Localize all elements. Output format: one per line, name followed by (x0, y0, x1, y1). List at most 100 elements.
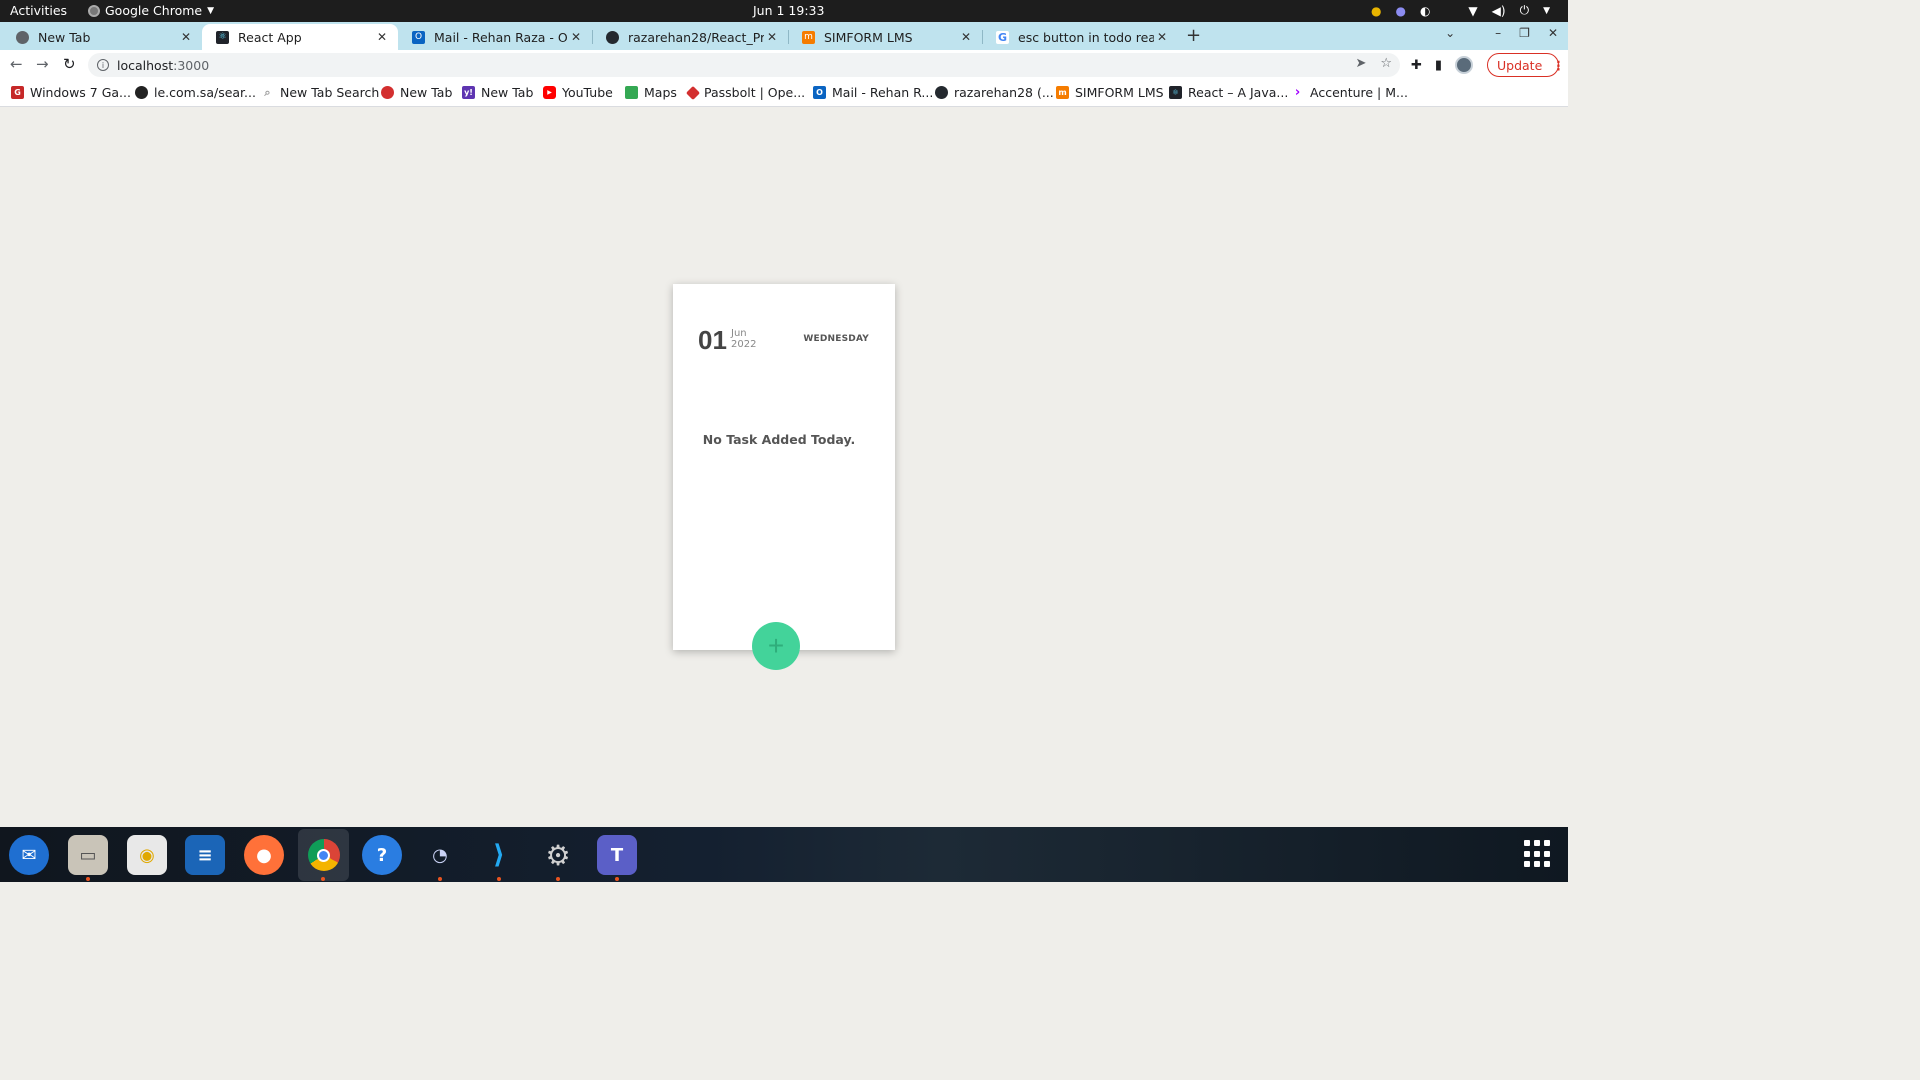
reload-icon[interactable]: ↻ (63, 55, 76, 73)
close-icon[interactable]: ✕ (958, 30, 974, 44)
chevron-down-icon: ▼ (207, 5, 215, 16)
bookmark-star-icon[interactable]: ☆ (1380, 56, 1392, 71)
clock[interactable]: Jun 1 19:33 (753, 3, 824, 18)
extensions-icon[interactable]: ✚ (1411, 58, 1422, 73)
address-bar[interactable]: i localhost:3000 ➤ ☆ (88, 53, 1400, 77)
bookmark-item[interactable]: m SIMFORM LMS (1056, 85, 1164, 100)
tab-title: Mail - Rehan Raza - Outlook (434, 29, 568, 45)
bookmark-item[interactable]: Passbolt | Ope... (685, 85, 805, 100)
bookmark-item[interactable]: razarehan28 (... (935, 85, 1054, 100)
show-apps-grid-icon[interactable] (1524, 840, 1552, 868)
vscode-icon[interactable]: ⟩ (479, 835, 519, 875)
send-icon[interactable]: ➤ (1355, 56, 1366, 71)
tab-title: New Tab (38, 29, 91, 45)
bookmark-item[interactable]: y! New Tab (462, 85, 533, 100)
back-arrow-icon[interactable]: ← (10, 55, 23, 73)
accenture-icon: › (1294, 85, 1301, 100)
date-month: Jun (731, 328, 747, 339)
close-icon[interactable]: ✕ (568, 30, 584, 44)
google-icon: G (996, 30, 1009, 44)
bookmark-item[interactable]: ⚛ React – A Java... (1169, 85, 1288, 100)
tab-title: SIMFORM LMS (824, 29, 913, 45)
power-icon[interactable]: ⏻ (1520, 3, 1530, 18)
bookmark-item[interactable]: le.com.sa/sear... (135, 85, 256, 100)
firefox-icon[interactable]: ● (244, 835, 284, 875)
running-indicator (438, 877, 442, 881)
outlook-icon: O (813, 86, 826, 99)
tab-react-app[interactable]: ⚛ React App ✕ (202, 24, 398, 50)
forward-arrow-icon[interactable]: → (36, 55, 49, 73)
app-menu[interactable]: Google Chrome ▼ (88, 3, 214, 18)
tab-google-search[interactable]: G esc button in todo react - Google Sear… (982, 24, 1178, 50)
wifi-icon[interactable]: ▼ (1468, 4, 1477, 18)
close-window-button[interactable]: ✕ (1548, 26, 1558, 40)
outlook-icon: O (412, 30, 425, 44)
bookmark-item[interactable]: New Tab (381, 85, 452, 100)
running-indicator (497, 877, 501, 881)
display-icon[interactable]: ◐ (1420, 4, 1430, 18)
window-controls: ⌄ – ❐ ✕ (1445, 26, 1558, 40)
running-indicator (86, 877, 90, 881)
close-icon[interactable]: ✕ (1154, 30, 1170, 44)
help-icon[interactable]: ? (362, 835, 402, 875)
tab-search-icon[interactable]: ⌄ (1445, 26, 1455, 40)
activities-button[interactable]: Activities (10, 3, 67, 18)
tab-simform-lms[interactable]: m SIMFORM LMS ✕ (788, 24, 983, 50)
add-task-button[interactable]: + (752, 622, 800, 670)
settings-icon[interactable]: ⚙ (538, 835, 578, 875)
close-icon[interactable]: ✕ (374, 30, 390, 44)
react-icon: ⚛ (216, 30, 229, 44)
chrome-dock-icon[interactable] (298, 829, 349, 881)
chrome-tray-icon[interactable]: ● (1371, 4, 1381, 18)
teams-tray-icon[interactable]: ● (1395, 4, 1405, 18)
update-button[interactable]: Update ⋮ (1487, 53, 1565, 77)
bookmark-item[interactable]: Maps (625, 85, 677, 100)
tab-title: esc button in todo react - Google Search (1018, 29, 1154, 45)
date-weekday: WEDNESDAY (803, 334, 869, 344)
search-icon: ⌕ (264, 85, 271, 99)
github-icon (935, 86, 948, 99)
bookmarks-bar: G Windows 7 Ga... le.com.sa/sear... ⌕ New … (0, 80, 1568, 107)
tab-new-tab[interactable]: New Tab ✕ (2, 24, 202, 50)
bookmark-item[interactable]: ▶ YouTube (543, 85, 613, 100)
bookmark-item[interactable]: ⌕ New Tab Search (261, 85, 379, 100)
bookmark-item[interactable]: O Mail - Rehan R... (813, 85, 933, 100)
todo-card: 01 Jun 2022 WEDNESDAY No Task Added Toda… (673, 284, 895, 650)
new-tab-button[interactable]: + (1186, 25, 1201, 46)
system-tray[interactable]: ● ● ◐ ▼ ◀) ⏻ ▼ (1371, 3, 1550, 18)
rhythmbox-icon[interactable]: ◉ (127, 835, 167, 875)
files-icon[interactable]: ▭ (68, 835, 108, 875)
date-day: 01 (698, 325, 727, 355)
volume-icon[interactable]: ◀) (1492, 4, 1506, 18)
dock (0, 827, 1568, 882)
empty-state-message: No Task Added Today. (702, 432, 856, 447)
teams-icon[interactable]: T (597, 835, 637, 875)
tab-github[interactable]: razarehan28/React_Practice ✕ (592, 24, 789, 50)
info-icon[interactable]: i (97, 59, 109, 71)
bookmark-favicon-icon (381, 86, 394, 99)
maps-icon (625, 86, 638, 99)
close-icon[interactable]: ✕ (178, 30, 194, 44)
minimize-button[interactable]: – (1495, 26, 1501, 40)
passbolt-icon (685, 85, 701, 100)
simform-icon: m (802, 30, 815, 44)
close-icon[interactable]: ✕ (764, 30, 780, 44)
timer-icon[interactable]: ◔ (420, 835, 460, 875)
address-url[interactable]: localhost:3000 (117, 58, 209, 73)
chevron-down-icon[interactable]: ▼ (1543, 6, 1550, 16)
thunderbird-icon[interactable]: ✉ (9, 835, 49, 875)
restore-button[interactable]: ❐ (1519, 26, 1530, 40)
app-menu-label: Google Chrome (105, 3, 203, 18)
bookmark-item[interactable]: G Windows 7 Ga... (11, 85, 131, 100)
avatar[interactable] (1455, 56, 1474, 74)
writer-icon[interactable]: ≡ (185, 835, 225, 875)
browser-toolbar: ← → ↻ i localhost:3000 ➤ ☆ ✚ ▮ Update ⋮ (0, 50, 1568, 80)
bookmark-item[interactable]: › Accenture | M... (1291, 85, 1408, 100)
react-icon: ⚛ (1169, 86, 1182, 99)
toolbar-actions: ✚ ▮ (1411, 56, 1474, 74)
side-panel-icon[interactable]: ▮ (1435, 58, 1442, 73)
more-menu-icon[interactable]: ⋮ (1552, 58, 1565, 73)
github-icon (606, 30, 619, 44)
tab-outlook-mail[interactable]: O Mail - Rehan Raza - Outlook ✕ (398, 24, 593, 50)
tab-title: razarehan28/React_Practice (628, 29, 764, 45)
